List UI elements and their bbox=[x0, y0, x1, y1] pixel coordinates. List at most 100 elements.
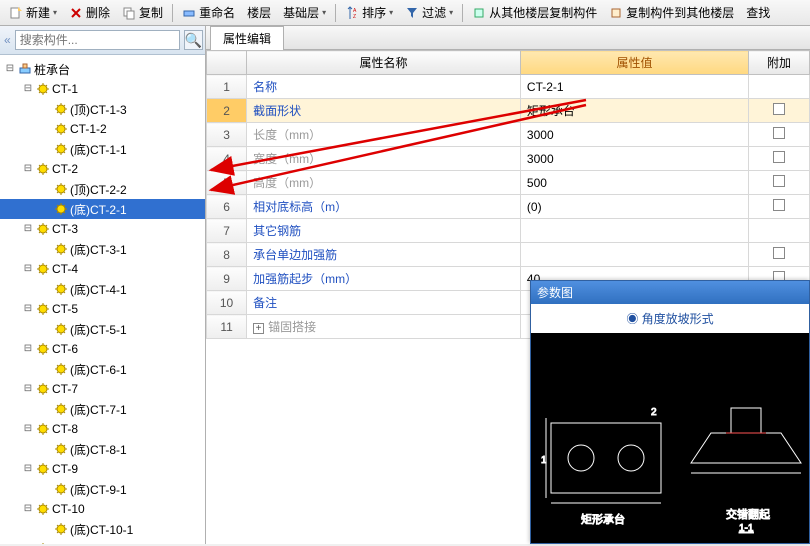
dropdown-icon: ▾ bbox=[53, 8, 57, 17]
copy-button[interactable]: 复制 bbox=[117, 1, 168, 24]
node-label: 桩承台 bbox=[34, 61, 201, 78]
expand-icon[interactable]: ⊟ bbox=[22, 383, 34, 395]
checkbox[interactable] bbox=[773, 151, 785, 163]
expand-icon[interactable]: ⊟ bbox=[22, 303, 34, 315]
tree-item[interactable]: ⊟ CT-10 bbox=[0, 499, 205, 519]
node-icon bbox=[36, 502, 50, 516]
tree-item[interactable]: ⊟ CT-9 bbox=[0, 459, 205, 479]
svg-text:交错翻起: 交错翻起 bbox=[726, 507, 770, 521]
node-label: (底)CT-5-1 bbox=[70, 321, 201, 338]
node-icon bbox=[54, 442, 68, 456]
checkbox[interactable] bbox=[773, 175, 785, 187]
property-row[interactable]: 5高度（mm）500 bbox=[207, 171, 810, 195]
left-panel: « 🔍 ⊟桩承台⊟CT-1(顶)CT-1-3CT-1-2(底)CT-1-1⊟CT… bbox=[0, 26, 206, 544]
tree-item[interactable]: ⊟ CT-2 bbox=[0, 159, 205, 179]
property-row[interactable]: 1名称CT-2-1 bbox=[207, 75, 810, 99]
node-icon bbox=[54, 142, 68, 156]
tree-item[interactable]: ⊟CT-6 bbox=[0, 339, 205, 359]
tree-item[interactable]: (底)CT-6-1 bbox=[0, 359, 205, 379]
node-icon bbox=[54, 282, 68, 296]
sort-button[interactable]: AZ排序▾ bbox=[340, 1, 398, 24]
baselayer-button[interactable]: 基础层▾ bbox=[278, 1, 331, 24]
node-icon bbox=[36, 422, 50, 436]
property-row[interactable]: 2截面形状矩形承台 bbox=[207, 99, 810, 123]
expand-icon[interactable]: ⊟ bbox=[4, 63, 16, 75]
node-label: CT-1 bbox=[52, 82, 201, 96]
checkbox[interactable] bbox=[773, 103, 785, 115]
tree-item[interactable]: (底)CT-9-1 bbox=[0, 479, 205, 499]
tree-item[interactable]: (底)CT-2-1 bbox=[0, 199, 205, 219]
tree-item[interactable]: (底)CT-10-1 bbox=[0, 519, 205, 539]
tree-item[interactable]: ⊟ 桩承台 bbox=[0, 59, 205, 79]
copyto-button[interactable]: 复制构件到其他楼层 bbox=[604, 1, 739, 24]
expand-icon[interactable]: ⊟ bbox=[22, 463, 34, 475]
tree-item[interactable]: (底)CT-8-1 bbox=[0, 439, 205, 459]
tree-item[interactable]: ⊟CT-12 bbox=[0, 539, 205, 544]
tree-item[interactable]: (顶)CT-2-2 bbox=[0, 179, 205, 199]
property-row[interactable]: 7其它钢筋 bbox=[207, 219, 810, 243]
rename-icon bbox=[182, 6, 196, 20]
tree-item[interactable]: ⊟CT-8 bbox=[0, 419, 205, 439]
col-name[interactable]: 属性名称 bbox=[247, 51, 521, 75]
property-row[interactable]: 4宽度（mm）3000 bbox=[207, 147, 810, 171]
new-button[interactable]: 新建▾ bbox=[4, 1, 62, 24]
delete-button[interactable]: 删除 bbox=[64, 1, 115, 24]
dropdown-icon: ▾ bbox=[389, 8, 393, 17]
tree-item[interactable]: (底)CT-5-1 bbox=[0, 319, 205, 339]
tree-item[interactable]: ⊟CT-7 bbox=[0, 379, 205, 399]
node-icon bbox=[36, 302, 50, 316]
find-button[interactable]: 查找 bbox=[741, 1, 775, 24]
tree-item[interactable]: CT-1-2 bbox=[0, 119, 205, 139]
tree-item[interactable]: ⊟ CT-5 bbox=[0, 299, 205, 319]
param-head[interactable]: ◉ 角度放坡形式 bbox=[531, 304, 809, 333]
property-row[interactable]: 3长度（mm）3000 bbox=[207, 123, 810, 147]
expand-icon[interactable]: ⊟ bbox=[22, 163, 34, 175]
node-label: CT-9 bbox=[52, 462, 201, 476]
tree-item[interactable]: ⊟CT-3 bbox=[0, 219, 205, 239]
property-row[interactable]: 8承台单边加强筋 bbox=[207, 243, 810, 267]
tree-item[interactable]: (底)CT-7-1 bbox=[0, 399, 205, 419]
expand-icon[interactable]: ⊟ bbox=[22, 503, 34, 515]
checkbox[interactable] bbox=[773, 127, 785, 139]
node-label: (底)CT-3-1 bbox=[70, 241, 201, 258]
node-icon bbox=[54, 242, 68, 256]
node-icon bbox=[54, 402, 68, 416]
expand-icon[interactable]: ⊟ bbox=[22, 343, 34, 355]
param-title: 参数图 bbox=[531, 281, 809, 304]
property-row[interactable]: 6相对底标高（m）(0) bbox=[207, 195, 810, 219]
node-label: CT-4 bbox=[52, 262, 201, 276]
node-label: (底)CT-7-1 bbox=[70, 401, 201, 418]
node-label: (底)CT-4-1 bbox=[70, 281, 201, 298]
collapse-icon[interactable]: « bbox=[4, 33, 11, 47]
component-tree[interactable]: ⊟桩承台⊟CT-1(顶)CT-1-3CT-1-2(底)CT-1-1⊟CT-2(顶… bbox=[0, 55, 205, 544]
node-label: CT-10 bbox=[52, 502, 201, 516]
tree-item[interactable]: ⊟ CT-1 bbox=[0, 79, 205, 99]
search-input[interactable] bbox=[15, 30, 180, 50]
tab-properties[interactable]: 属性编辑 bbox=[210, 26, 284, 50]
col-value[interactable]: 属性值 bbox=[520, 51, 748, 75]
tree-item[interactable]: ⊟ CT-4 bbox=[0, 259, 205, 279]
node-icon bbox=[36, 382, 50, 396]
sort-icon: AZ bbox=[345, 6, 359, 20]
search-button[interactable]: 🔍 bbox=[184, 30, 203, 50]
node-label: (底)CT-10-1 bbox=[70, 521, 201, 538]
tree-item[interactable]: (顶)CT-1-3 bbox=[0, 99, 205, 119]
expand-icon[interactable]: ⊟ bbox=[22, 263, 34, 275]
tree-item[interactable]: (底)CT-3-1 bbox=[0, 239, 205, 259]
floor-button[interactable]: 楼层 bbox=[242, 1, 276, 24]
expand-icon[interactable]: ⊟ bbox=[22, 223, 34, 235]
node-label: (底)CT-8-1 bbox=[70, 441, 201, 458]
tree-item[interactable]: (底)CT-4-1 bbox=[0, 279, 205, 299]
copyfrom-button[interactable]: 从其他楼层复制构件 bbox=[467, 1, 602, 24]
expand-icon[interactable]: ⊟ bbox=[22, 423, 34, 435]
rename-button[interactable]: 重命名 bbox=[177, 1, 240, 24]
node-label: CT-5 bbox=[52, 302, 201, 316]
checkbox[interactable] bbox=[773, 199, 785, 211]
col-extra[interactable]: 附加 bbox=[749, 51, 810, 75]
node-label: CT-2 bbox=[52, 162, 201, 176]
checkbox[interactable] bbox=[773, 247, 785, 259]
node-icon bbox=[36, 462, 50, 476]
tree-item[interactable]: (底)CT-1-1 bbox=[0, 139, 205, 159]
filter-button[interactable]: 过滤▾ bbox=[400, 1, 458, 24]
expand-icon[interactable]: ⊟ bbox=[22, 83, 34, 95]
